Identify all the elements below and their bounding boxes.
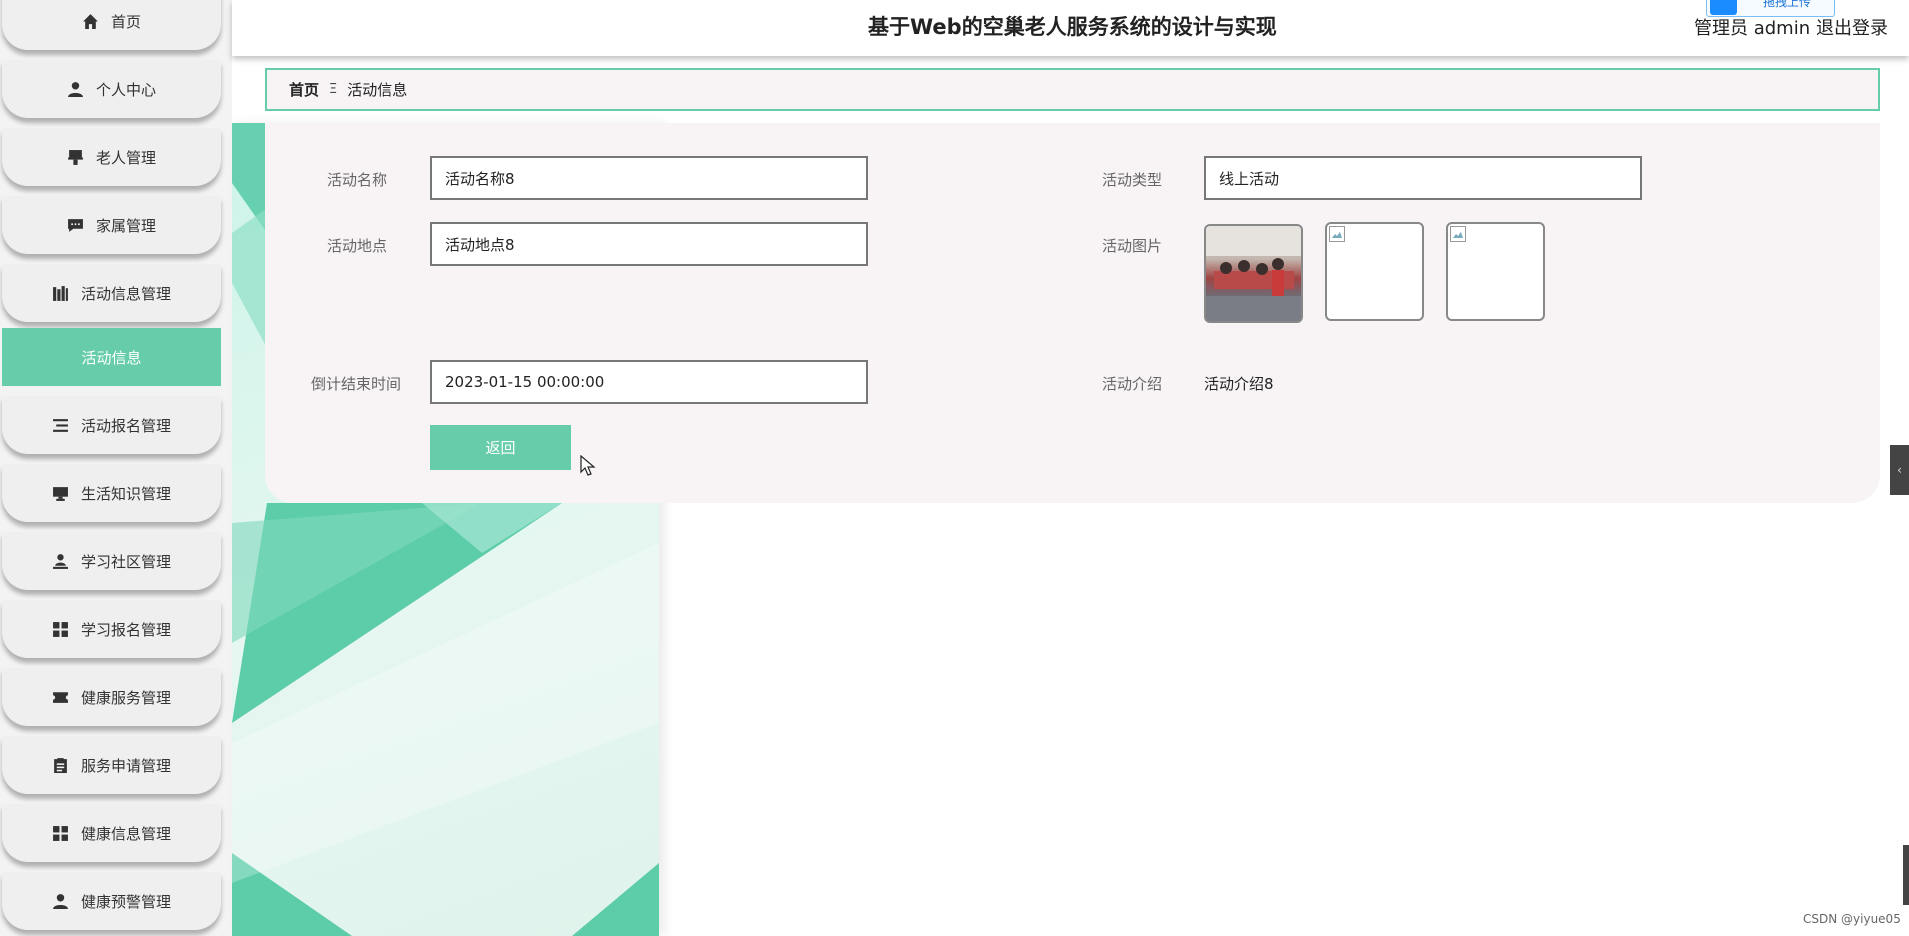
activity-image-label: 活动图片	[1102, 237, 1163, 255]
sidebar-item-label: 生活知识管理	[80, 484, 171, 503]
sidebar-item-activity-info-management[interactable]: 活动信息管理	[2, 264, 221, 322]
sidebar-item-label: 活动信息	[81, 348, 142, 367]
back-button[interactable]: 返回	[430, 425, 571, 470]
upload-badge-label: 拖拽上传	[1763, 0, 1812, 9]
sidebar-item-personal-center[interactable]: 个人中心	[2, 60, 221, 118]
mouse-cursor-icon	[580, 455, 596, 476]
end-time-label: 倒计结束时间	[311, 375, 402, 393]
sidebar-item-learning-signup-management[interactable]: 学习报名管理	[2, 600, 221, 658]
user-icon	[67, 81, 84, 98]
activity-name-label: 活动名称	[327, 171, 388, 189]
stamp-icon	[67, 149, 84, 166]
cloud-upload-icon	[1710, 0, 1737, 15]
current-user: 管理员 admin	[1694, 18, 1811, 39]
sidebar: 首页 个人中心 老人管理 家属管理 活动信息管理 活动信息 活动报名管理 生活知…	[0, 0, 232, 936]
sidebar-item-label: 家属管理	[95, 216, 156, 235]
sidebar-item-health-info-management[interactable]: 健康信息管理	[2, 804, 221, 862]
activity-place-field[interactable]: 活动地点8	[430, 222, 868, 266]
chat-icon	[67, 217, 84, 234]
sidebar-item-label: 老人管理	[95, 148, 156, 167]
breadcrumb-home[interactable]: 首页	[289, 79, 319, 100]
sidebar-item-learning-community-management[interactable]: 学习社区管理	[2, 532, 221, 590]
grid-icon	[52, 621, 69, 638]
sidebar-item-health-service-management[interactable]: 健康服务管理	[2, 668, 221, 726]
sidebar-item-activity-info[interactable]: 活动信息	[2, 328, 221, 386]
person-desk-icon	[52, 553, 69, 570]
activity-type-label: 活动类型	[1102, 171, 1163, 189]
activity-image-thumbnail-1[interactable]	[1204, 224, 1303, 323]
sidebar-item-label: 健康信息管理	[80, 824, 171, 843]
end-time-field[interactable]: 2023-01-15 00:00:00	[430, 360, 868, 404]
breadcrumb-current: 活动信息	[347, 81, 408, 99]
sidebar-item-health-warning-management[interactable]: 健康预警管理	[2, 872, 221, 930]
list-icon	[52, 417, 69, 434]
top-header: 基于Web的空巢老人服务系统的设计与实现 管理员 admin 退出登录	[232, 0, 1909, 56]
sidebar-item-elder-management[interactable]: 老人管理	[2, 128, 221, 186]
breadcrumb: 首页 Ξ 活动信息	[265, 68, 1880, 111]
grid-icon	[52, 825, 69, 842]
edge-scroll-handle[interactable]	[1903, 845, 1909, 905]
app-title: 基于Web的空巢老人服务系统的设计与实现	[868, 15, 1277, 39]
activity-image-thumbnail-2[interactable]	[1325, 222, 1424, 321]
monitor-icon	[52, 485, 69, 502]
side-panel-toggle[interactable]: ‹	[1890, 445, 1909, 495]
logout-link[interactable]: 退出登录	[1816, 14, 1888, 40]
sidebar-item-label: 个人中心	[95, 80, 156, 99]
activity-type-field[interactable]: 线上活动	[1204, 156, 1642, 200]
activity-intro-label: 活动介绍	[1102, 375, 1163, 393]
activity-intro-value: 活动介绍8	[1204, 375, 1274, 393]
sidebar-item-label: 活动信息管理	[80, 284, 171, 303]
sidebar-item-label: 活动报名管理	[80, 416, 171, 435]
app-root: 首页 个人中心 老人管理 家属管理 活动信息管理 活动信息 活动报名管理 生活知…	[0, 0, 1909, 936]
sidebar-item-service-application-management[interactable]: 服务申请管理	[2, 736, 221, 794]
home-icon	[82, 13, 99, 30]
sidebar-item-life-knowledge-management[interactable]: 生活知识管理	[2, 464, 221, 522]
sidebar-item-family-management[interactable]: 家属管理	[2, 196, 221, 254]
activity-image-thumbnail-3[interactable]	[1446, 222, 1545, 321]
sidebar-item-label: 学习社区管理	[80, 552, 171, 571]
watermark: CSDN @yiyue05	[1803, 912, 1901, 926]
activity-name-field[interactable]: 活动名称8	[430, 156, 868, 200]
sidebar-item-label: 首页	[110, 12, 141, 31]
broken-image-icon	[1450, 226, 1466, 242]
breadcrumb-separator: Ξ	[329, 82, 338, 97]
activity-place-label: 活动地点	[327, 237, 388, 255]
ticket-icon	[52, 689, 69, 706]
sidebar-item-label: 健康预警管理	[80, 892, 171, 911]
drag-upload-badge[interactable]: 拖拽上传	[1706, 0, 1835, 17]
sidebar-item-activity-signup-management[interactable]: 活动报名管理	[2, 396, 221, 454]
clipboard-icon	[52, 757, 69, 774]
sidebar-item-label: 学习报名管理	[80, 620, 171, 639]
books-icon	[52, 285, 69, 302]
sidebar-item-home[interactable]: 首页	[2, 0, 221, 50]
broken-image-icon	[1329, 226, 1345, 242]
user-icon	[52, 893, 69, 910]
chevron-left-icon: ‹	[1897, 463, 1902, 477]
sidebar-item-label: 健康服务管理	[80, 688, 171, 707]
sidebar-item-label: 服务申请管理	[80, 756, 171, 775]
